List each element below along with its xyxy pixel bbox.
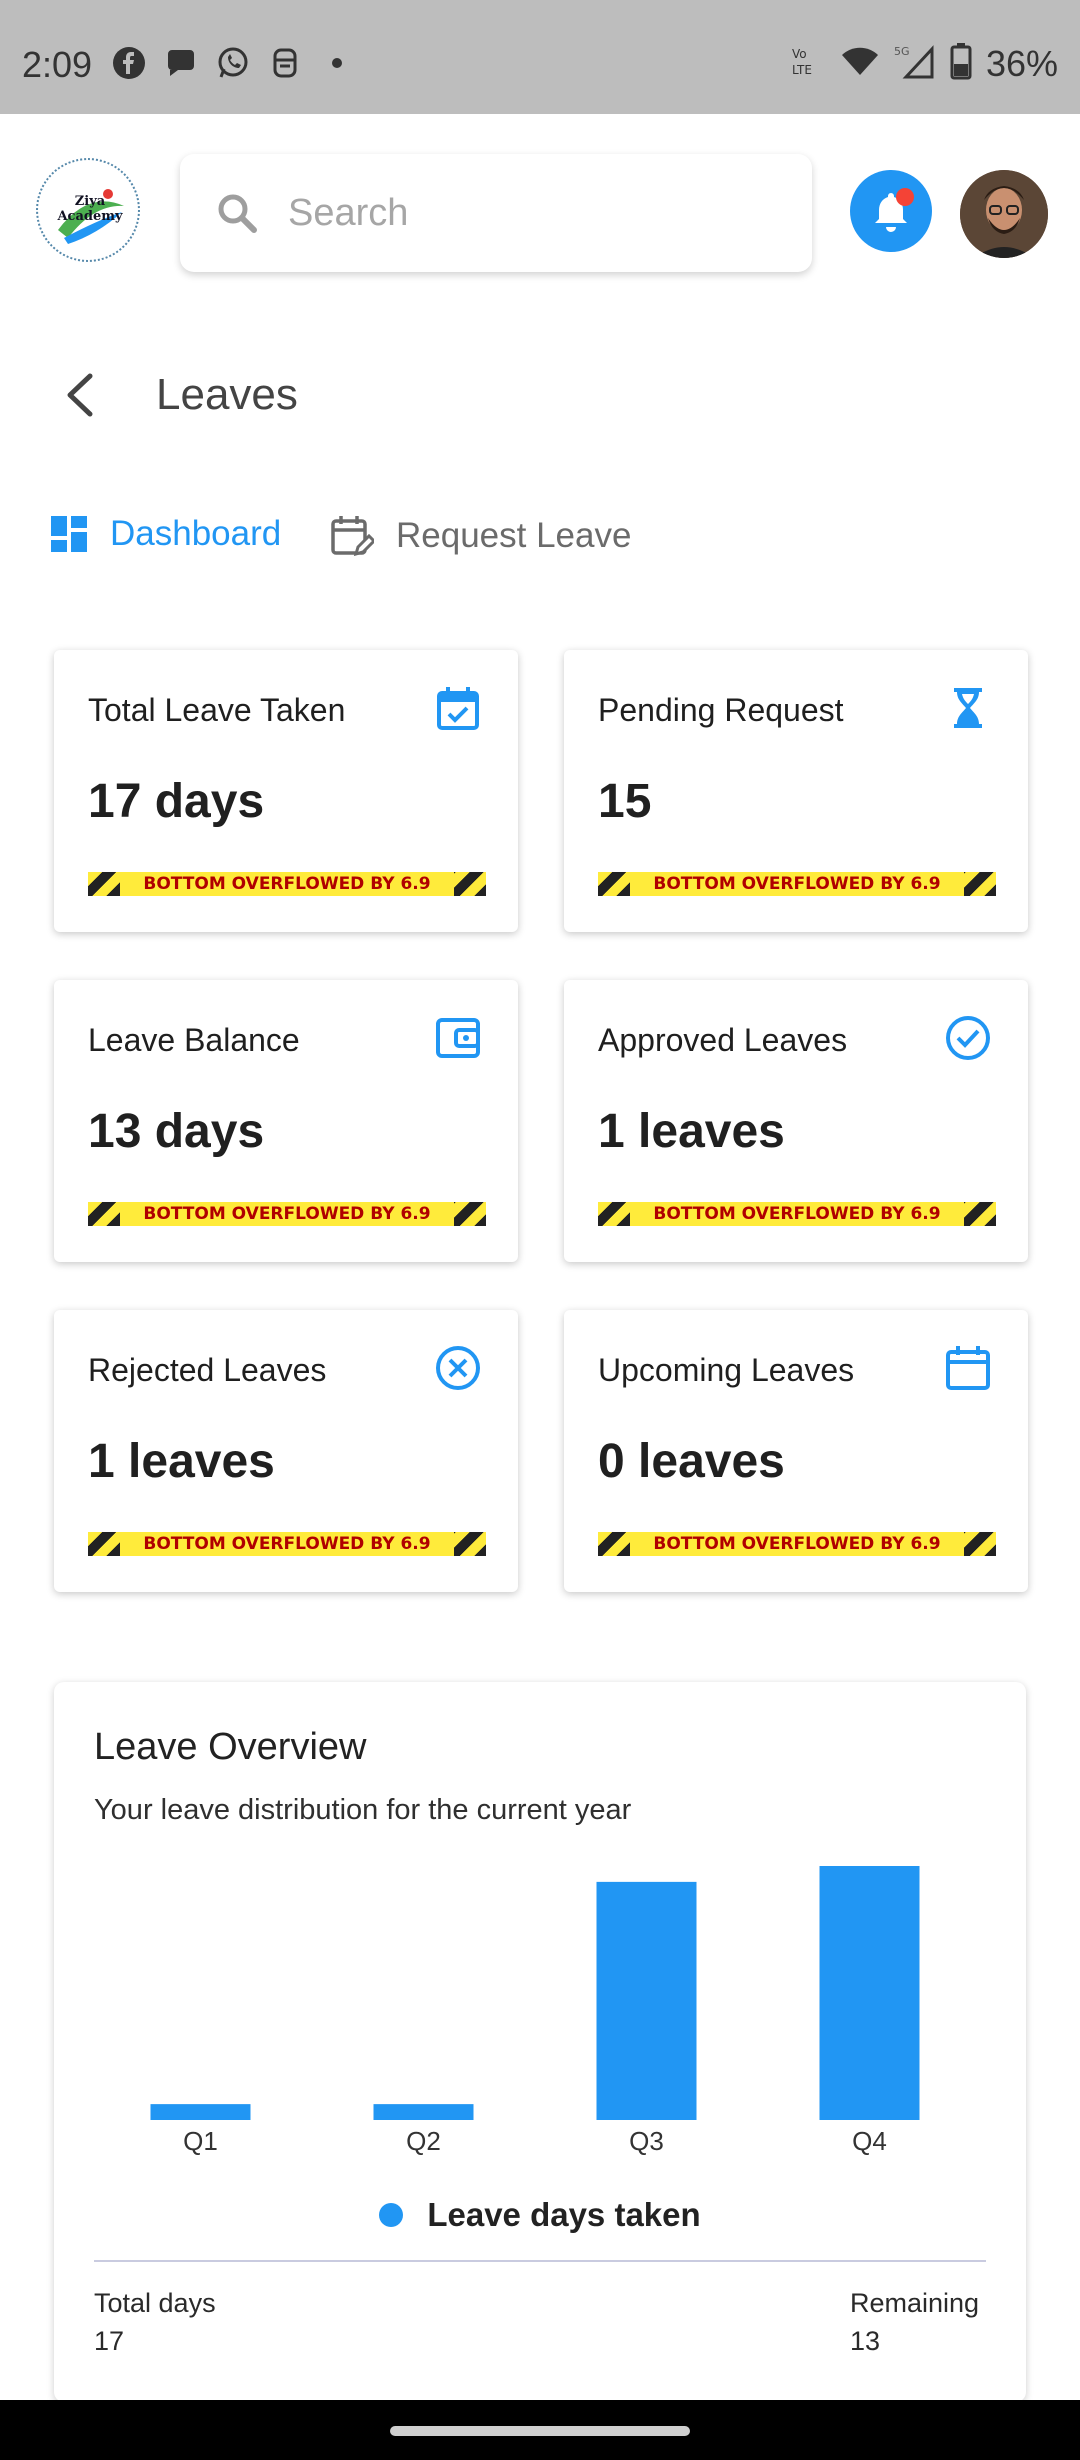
card-leave-balance[interactable]: Leave Balance 13 days BOTTOM OVERFLOWED … [54, 980, 518, 1262]
back-button[interactable] [58, 370, 102, 420]
tab-dashboard-label: Dashboard [110, 514, 282, 553]
logo-text: Ziya Academy [57, 194, 123, 224]
chart-legend: Leave days taken [54, 2196, 1026, 2234]
overflow-warning: BOTTOM OVERFLOWED BY 6.9 PIXELS [88, 1532, 486, 1556]
card-title: Total Leave Taken [88, 692, 346, 728]
overflow-warning-text: BOTTOM OVERFLOWED BY 6.9 PIXELS [630, 872, 964, 896]
card-title: Leave Balance [88, 1022, 300, 1058]
overflow-warning: BOTTOM OVERFLOWED BY 6.9 PIXELS [88, 1202, 486, 1226]
tab-dashboard[interactable]: Dashboard [50, 514, 281, 554]
card-total-leave-taken[interactable]: Total Leave Taken 17 days BOTTOM OVERFLO… [54, 650, 518, 932]
overflow-warning-text: BOTTOM OVERFLOWED BY 6.9 PIXELS [630, 1202, 964, 1226]
battery-percent: 36% [985, 42, 1058, 84]
check-circle-icon [946, 1016, 990, 1060]
x-tick-label: Q1 [183, 2126, 218, 2156]
overflow-warning: BOTTOM OVERFLOWED BY 6.9 PIXELS [88, 872, 486, 896]
card-rejected-leaves[interactable]: Rejected Leaves 1 leaves BOTTOM OVERFLOW… [54, 1310, 518, 1592]
card-title: Upcoming Leaves [598, 1352, 855, 1388]
card-value: 1 leaves [88, 1435, 275, 1488]
card-value: 13 days [88, 1105, 265, 1158]
chart-bar-q3 [596, 1881, 697, 2120]
overflow-warning-text: BOTTOM OVERFLOWED BY 6.9 PIXELS [120, 872, 454, 896]
card-title: Pending Request [598, 692, 844, 728]
legend-dot [379, 2203, 404, 2227]
card-title: Rejected Leaves [88, 1352, 327, 1388]
overview-title: Leave Overview [94, 1726, 367, 1768]
calendar-edit-icon [331, 516, 374, 557]
x-tick-label: Q3 [629, 2126, 664, 2156]
leave-bar-chart: Q1 Q2 Q3 Q4 [150, 1866, 920, 2156]
overflow-warning: BOTTOM OVERFLOWED BY 6.9 PIXELS [598, 872, 996, 896]
card-value: 0 leaves [598, 1435, 785, 1488]
remaining-label: Remaining [850, 2288, 980, 2318]
signal-5g-icon: 5G [894, 43, 936, 84]
overflow-warning-text: BOTTOM OVERFLOWED BY 6.9 PIXELS [120, 1202, 454, 1226]
svg-text:Vo: Vo [792, 47, 807, 61]
search-icon [218, 194, 257, 233]
search-input[interactable] [288, 191, 768, 235]
status-system-icons: Vo LTE 5G 36% [790, 42, 1058, 85]
total-days-label: Total days [94, 2288, 216, 2318]
card-value: 15 [598, 775, 652, 828]
card-approved-leaves[interactable]: Approved Leaves 1 leaves BOTTOM OVERFLOW… [564, 980, 1028, 1262]
x-tick-label: Q4 [852, 2126, 887, 2156]
divider [94, 2260, 986, 2262]
wallet-icon [436, 1018, 480, 1058]
card-value: 1 leaves [598, 1105, 785, 1158]
chart-bar-q1 [150, 2104, 251, 2120]
chart-bar-q2 [373, 2104, 474, 2120]
search-bar[interactable] [180, 154, 812, 272]
app-header: Ziya Academy [0, 114, 1080, 314]
notification-dot [896, 188, 914, 206]
wifi-icon [840, 43, 880, 84]
leave-overview-card: Leave Overview Your leave distribution f… [54, 1682, 1026, 2402]
chart-bar-q4 [819, 1866, 920, 2120]
svg-text:5G: 5G [894, 45, 910, 58]
app-icon [268, 46, 302, 80]
volte-icon: Vo LTE [790, 43, 826, 84]
calendar-icon [946, 1346, 990, 1390]
card-title: Approved Leaves [598, 1022, 848, 1058]
page-title: Leaves [156, 370, 298, 419]
card-upcoming-leaves[interactable]: Upcoming Leaves 0 leaves BOTTOM OVERFLOW… [564, 1310, 1028, 1592]
chevron-left-icon [67, 373, 93, 417]
status-time: 2:09 [22, 44, 93, 85]
whatsapp-icon [216, 46, 250, 80]
messenger-icon [164, 46, 198, 80]
battery-icon [950, 42, 972, 85]
overflow-warning-text: BOTTOM OVERFLOWED BY 6.9 PIXELS [120, 1532, 454, 1556]
hourglass-icon [954, 688, 982, 728]
facebook-icon [112, 46, 146, 80]
remaining-value: 13 [850, 2326, 881, 2356]
card-pending-request[interactable]: Pending Request 15 BOTTOM OVERFLOWED BY … [564, 650, 1028, 932]
dashboard-icon [51, 516, 87, 552]
tab-request-leave[interactable]: Request Leave [330, 514, 631, 558]
card-value: 17 days [88, 775, 265, 828]
status-notification-icons [112, 46, 354, 80]
academy-logo[interactable]: Ziya Academy [36, 158, 140, 262]
system-navigation-bar [0, 2400, 1080, 2460]
legend-label: Leave days taken [427, 2196, 701, 2233]
dot-icon [320, 46, 354, 80]
home-gesture-handle[interactable] [390, 2426, 690, 2436]
notification-button[interactable] [850, 170, 932, 252]
overview-subtitle: Your leave distribution for the current … [94, 1794, 632, 1826]
tab-request-leave-label: Request Leave [396, 516, 632, 555]
overflow-warning-text: BOTTOM OVERFLOWED BY 6.9 PIXELS [630, 1532, 964, 1556]
status-bar: 2:09 Vo LTE 5G 36% [0, 0, 1080, 114]
overflow-warning: BOTTOM OVERFLOWED BY 6.9 PIXELS [598, 1202, 996, 1226]
overflow-warning: BOTTOM OVERFLOWED BY 6.9 PIXELS [598, 1532, 996, 1556]
calendar-check-icon [437, 687, 479, 730]
user-avatar[interactable] [960, 170, 1048, 258]
svg-text:LTE: LTE [792, 63, 812, 77]
total-days-value: 17 [94, 2326, 125, 2356]
cancel-circle-icon [436, 1346, 480, 1390]
x-tick-label: Q2 [406, 2126, 441, 2156]
